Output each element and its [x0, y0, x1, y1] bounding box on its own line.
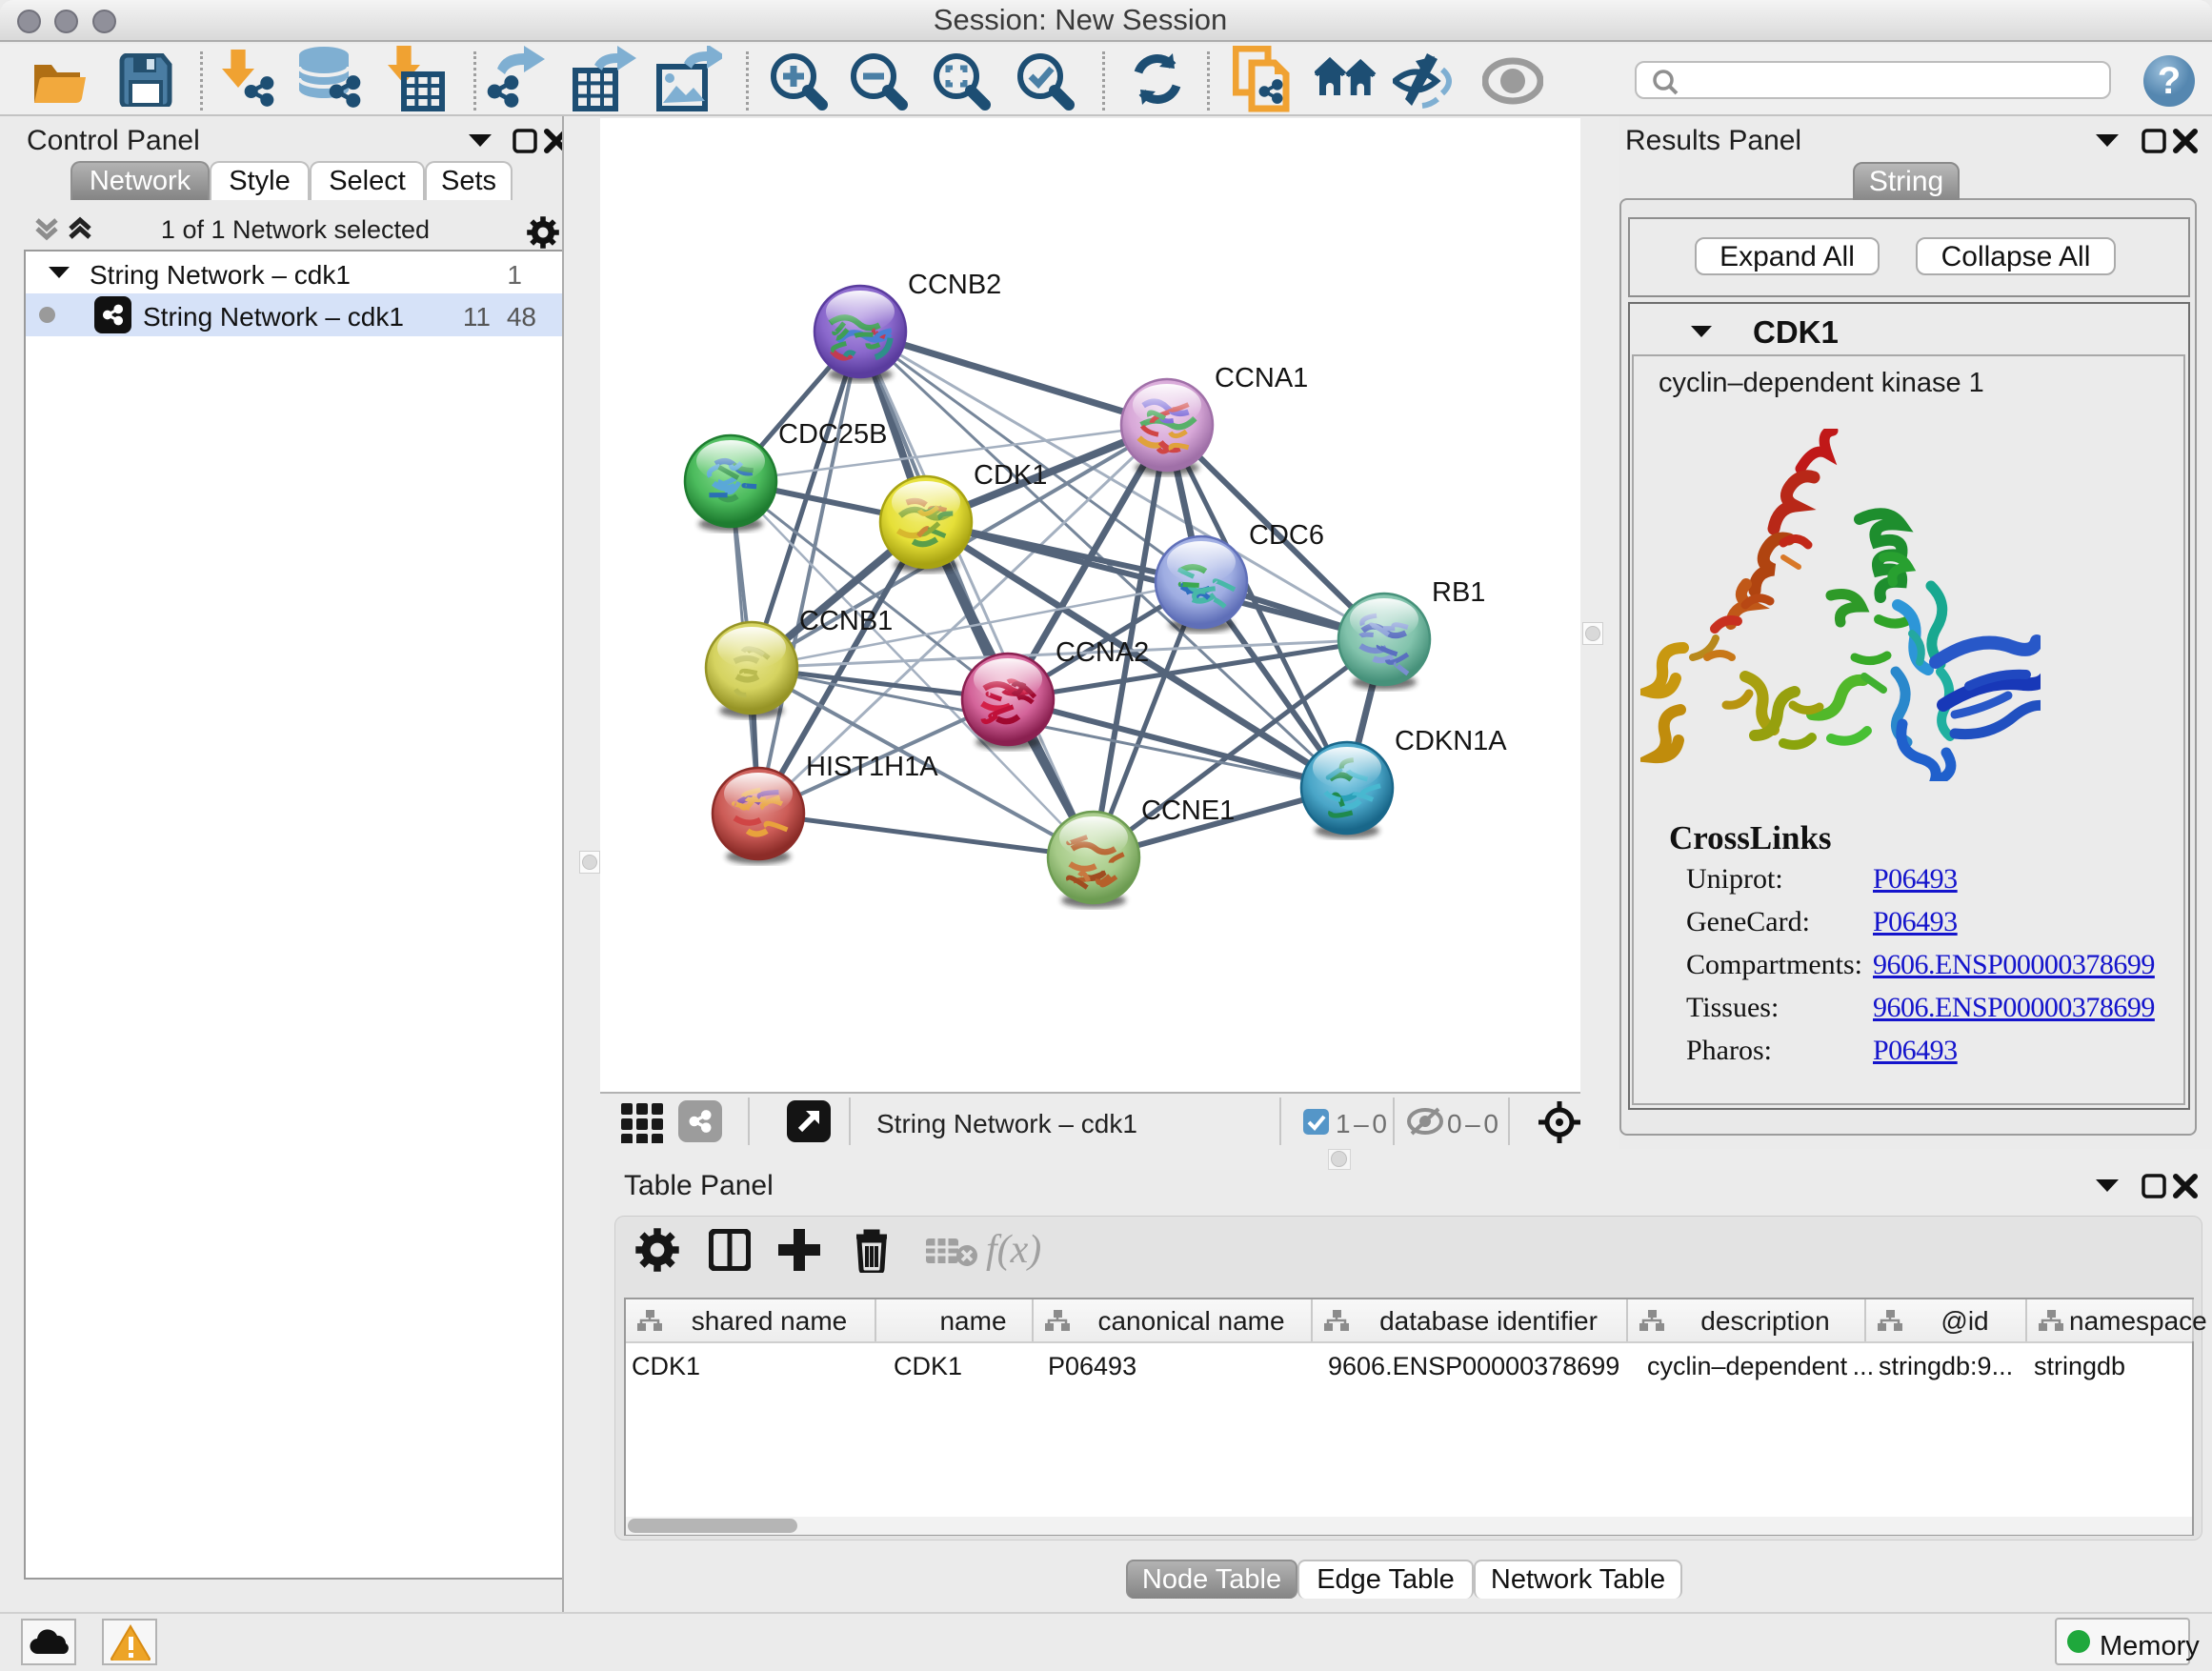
svg-text:CCNA2: CCNA2: [1056, 637, 1149, 668]
svg-text:?: ?: [2158, 60, 2181, 102]
svg-text:HIST1H1A: HIST1H1A: [806, 752, 938, 782]
svg-text:CCNB2: CCNB2: [908, 270, 1001, 300]
svg-text:CDKN1A: CDKN1A: [1395, 726, 1507, 756]
svg-text:CDC6: CDC6: [1249, 520, 1324, 551]
svg-text:CCNE1: CCNE1: [1141, 795, 1235, 826]
svg-text:CDC25B: CDC25B: [778, 419, 887, 450]
svg-text:RB1: RB1: [1432, 577, 1485, 608]
svg-text:CCNA1: CCNA1: [1215, 363, 1308, 393]
svg-text:CCNB1: CCNB1: [799, 606, 893, 636]
svg-text:CDK1: CDK1: [974, 460, 1047, 491]
